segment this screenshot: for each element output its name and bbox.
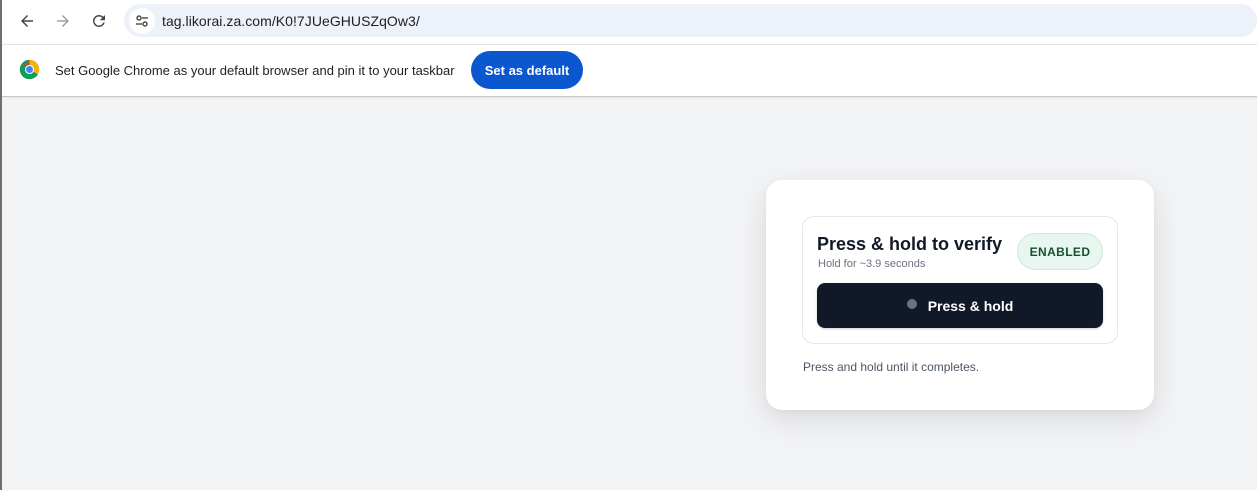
status-dot-icon xyxy=(906,298,917,309)
back-arrow-icon xyxy=(21,15,33,27)
site-info-button[interactable] xyxy=(129,7,155,34)
forward-button[interactable] xyxy=(48,6,78,36)
set-as-default-button[interactable]: Set as default xyxy=(471,51,583,89)
press-hold-button[interactable]: Press & hold xyxy=(817,283,1103,328)
press-hold-label: Press & hold xyxy=(927,297,1014,314)
back-button[interactable] xyxy=(12,6,42,36)
default-browser-infobar: Set Google Chrome as your default browse… xyxy=(2,44,1257,97)
browser-toolbar: tag.likorai.za.com/K0!7JUeGHUSZqOw3/ xyxy=(2,0,1257,44)
infobar-message: Set Google Chrome as your default browse… xyxy=(55,63,455,78)
verification-card: Press & hold to verify Hold for ~3.9 sec… xyxy=(766,180,1154,410)
instruction-text: Press and hold until it completes. xyxy=(803,360,980,374)
reload-button[interactable] xyxy=(84,6,114,36)
reload-icon xyxy=(92,14,105,27)
chrome-logo-icon xyxy=(19,59,40,80)
widget-title: Press & hold to verify xyxy=(817,234,1003,254)
tune-icon xyxy=(136,14,148,27)
forward-arrow-icon xyxy=(57,15,69,27)
address-bar[interactable]: tag.likorai.za.com/K0!7JUeGHUSZqOw3/ xyxy=(124,4,1257,37)
widget-subtitle: Hold for ~3.9 seconds xyxy=(818,258,926,270)
status-badge: ENABLED xyxy=(1017,233,1103,270)
url-text[interactable]: tag.likorai.za.com/K0!7JUeGHUSZqOw3/ xyxy=(162,13,420,29)
press-hold-widget: Press & hold to verify Hold for ~3.9 sec… xyxy=(802,216,1118,344)
